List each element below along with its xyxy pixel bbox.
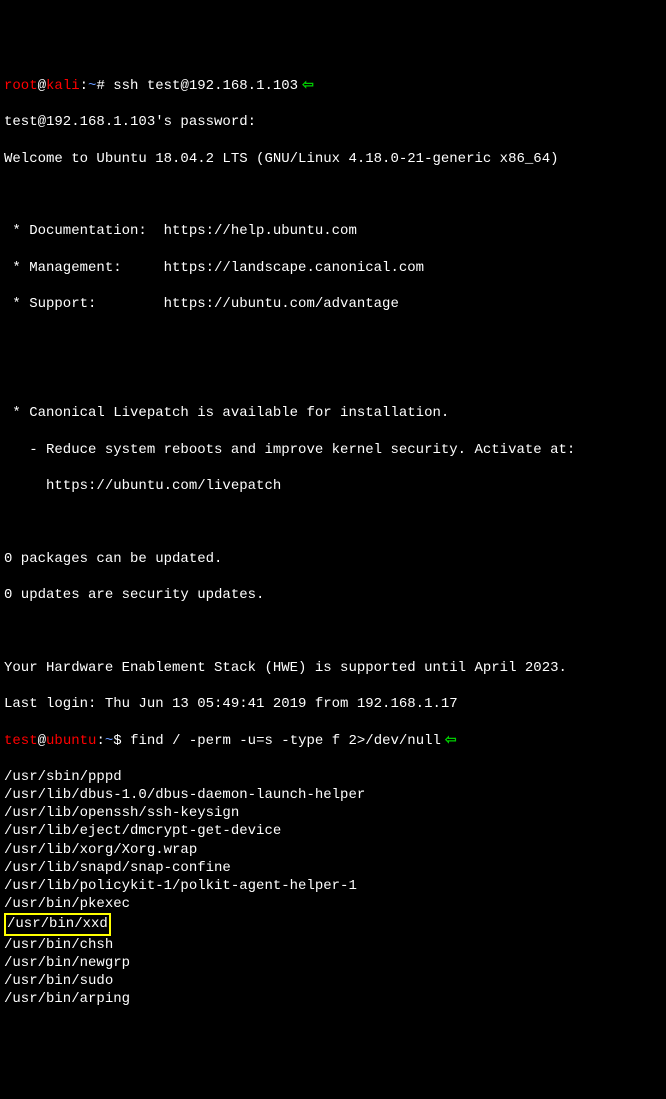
command-1: ssh test@192.168.1.103	[113, 78, 298, 94]
result-line: /usr/lib/snapd/snap-confine	[4, 859, 662, 877]
output-line	[4, 513, 662, 531]
prompt-host: ubuntu	[46, 733, 96, 749]
result-line: /usr/bin/chsh	[4, 936, 662, 954]
output-line	[4, 186, 662, 204]
output-line: Last login: Thu Jun 13 05:49:41 2019 fro…	[4, 695, 662, 713]
command-2: find / -perm -u=s -type f 2>/dev/null	[130, 733, 441, 749]
prompt-path: ~	[105, 733, 113, 749]
results-list: /usr/sbin/pppd/usr/lib/dbus-1.0/dbus-dae…	[4, 768, 662, 1008]
result-line: /usr/lib/xorg/Xorg.wrap	[4, 841, 662, 859]
prompt-sep: :	[96, 733, 104, 749]
prompt-sep: :	[80, 78, 88, 94]
result-line: /usr/lib/openssh/ssh-keysign	[4, 804, 662, 822]
output-line	[4, 622, 662, 640]
prompt-line-1[interactable]: root@kali:~# ssh test@192.168.1.103⇦	[4, 77, 662, 95]
output-line: * Documentation: https://help.ubuntu.com	[4, 222, 662, 240]
prompt-space	[122, 733, 130, 749]
result-line: /usr/sbin/pppd	[4, 768, 662, 786]
output-line	[4, 331, 662, 349]
output-line: https://ubuntu.com/livepatch	[4, 477, 662, 495]
arrow-icon: ⇦	[302, 77, 314, 95]
prompt-host: kali	[46, 78, 80, 94]
result-line: /usr/bin/xxd	[4, 913, 662, 935]
prompt-hash: #	[96, 78, 104, 94]
prompt-at: @	[38, 733, 46, 749]
output-line: - Reduce system reboots and improve kern…	[4, 441, 662, 459]
prompt-user: test	[4, 733, 38, 749]
result-line: /usr/lib/dbus-1.0/dbus-daemon-launch-hel…	[4, 786, 662, 804]
result-line: /usr/lib/policykit-1/polkit-agent-helper…	[4, 877, 662, 895]
result-line: /usr/lib/eject/dmcrypt-get-device	[4, 822, 662, 840]
output-line	[4, 368, 662, 386]
output-line: Welcome to Ubuntu 18.04.2 LTS (GNU/Linux…	[4, 150, 662, 168]
output-line: Your Hardware Enablement Stack (HWE) is …	[4, 659, 662, 677]
output-line: 0 packages can be updated.	[4, 550, 662, 568]
prompt-dollar: $	[113, 733, 121, 749]
result-line: /usr/bin/pkexec	[4, 895, 662, 913]
output-line: test@192.168.1.103's password:	[4, 113, 662, 131]
result-line: /usr/bin/sudo	[4, 972, 662, 990]
output-line: * Canonical Livepatch is available for i…	[4, 404, 662, 422]
output-line: 0 updates are security updates.	[4, 586, 662, 604]
highlighted-result: /usr/bin/xxd	[4, 913, 111, 935]
prompt-space	[105, 78, 113, 94]
result-line: /usr/bin/newgrp	[4, 954, 662, 972]
prompt-line-2[interactable]: test@ubuntu:~$ find / -perm -u=s -type f…	[4, 732, 662, 750]
result-line: /usr/bin/arping	[4, 990, 662, 1008]
prompt-at: @	[38, 78, 46, 94]
arrow-icon: ⇦	[445, 732, 457, 750]
prompt-user: root	[4, 78, 38, 94]
output-line: * Support: https://ubuntu.com/advantage	[4, 295, 662, 313]
output-line: * Management: https://landscape.canonica…	[4, 259, 662, 277]
